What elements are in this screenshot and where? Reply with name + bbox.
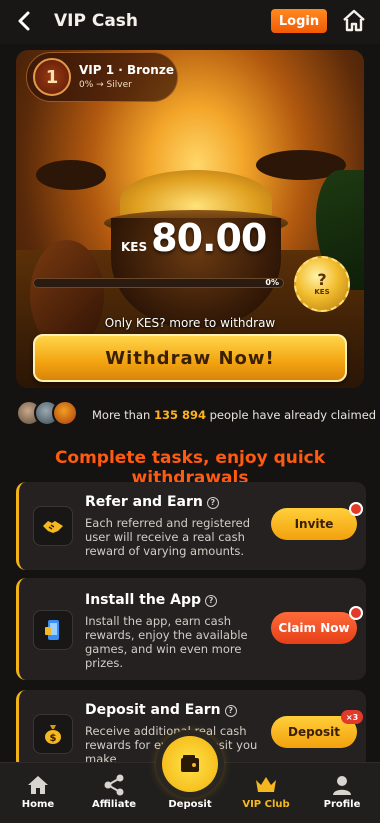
nav-item-affiliate[interactable]: Affiliate: [76, 763, 152, 823]
kes-coin-label: KES: [314, 288, 330, 296]
deposit-fab-button[interactable]: [162, 736, 218, 792]
home-icon: [28, 776, 48, 794]
withdraw-progress-bar: 0%: [33, 278, 284, 288]
balance-amount: KES 80.00: [121, 216, 267, 260]
vip-next-level: 0% → Silver: [79, 80, 132, 90]
wallet-icon: [181, 755, 199, 772]
task-description: Each referred and registered user will r…: [85, 516, 251, 558]
nav-item-profile[interactable]: Profile: [304, 763, 380, 823]
task-title: Refer and Earn?: [85, 494, 219, 510]
vip-cash-banner: 1 VIP 1 · Bronze 0% → Silver KES 80.00 0…: [16, 50, 364, 388]
nav-label: VIP Club: [242, 799, 290, 810]
claimed-count: 135 894: [153, 408, 206, 422]
avatar: [52, 400, 78, 426]
task-title-text: Install the App: [85, 592, 202, 608]
help-icon[interactable]: ?: [224, 705, 237, 717]
kes-coin-symbol: ?: [317, 270, 327, 289]
home-icon[interactable]: [341, 8, 367, 34]
invite-button[interactable]: Invite: [271, 508, 357, 540]
nav-label: Affiliate: [91, 799, 137, 810]
nav-label: Profile: [323, 799, 361, 810]
user-icon: [333, 776, 351, 795]
nav-label: Deposit: [168, 799, 212, 810]
svg-text:$: $: [50, 733, 57, 744]
task-card-refer: Refer and Earn? Each referred and regist…: [16, 482, 366, 570]
nav-item-vip-club[interactable]: VIP Club: [228, 763, 304, 823]
page-title: VIP Cash: [54, 11, 139, 31]
task-title-text: Refer and Earn: [85, 494, 203, 510]
vip-level-number: 1: [33, 58, 71, 96]
share-icon: [104, 774, 124, 796]
task-card-install: Install the App? Install the app, earn c…: [16, 578, 366, 680]
nav-label: Home: [21, 799, 55, 810]
withdraw-now-button[interactable]: Withdraw Now!: [33, 334, 347, 382]
top-bar: VIP Cash Login: [0, 0, 380, 44]
task-title: Deposit and Earn?: [85, 702, 237, 718]
phone-icon: [33, 610, 73, 650]
kes-coin-icon: ? KES: [294, 256, 350, 312]
claimed-prefix: More than: [92, 408, 154, 422]
progress-percent: 0%: [265, 278, 279, 287]
balance-value: 80.00: [151, 216, 267, 260]
claimed-suffix: people have already claimed: [205, 408, 377, 422]
handshake-icon: [33, 506, 73, 546]
notification-dot: [349, 606, 363, 620]
withdraw-hint: Only KES? more to withdraw: [104, 316, 276, 330]
vip-level-badge[interactable]: 1 VIP 1 · Bronze 0% → Silver: [26, 52, 178, 102]
help-icon[interactable]: ?: [206, 497, 219, 509]
task-description: Install the app, earn cash rewards, enjo…: [85, 614, 248, 670]
claimed-stats: More than 135 894 people have already cl…: [16, 400, 376, 430]
multiplier-badge: ×3: [341, 710, 363, 724]
balance-currency: KES: [121, 240, 148, 254]
claimed-text: More than 135 894 people have already cl…: [92, 408, 376, 422]
help-icon[interactable]: ?: [205, 595, 218, 607]
money-bag-icon: $: [33, 714, 73, 754]
back-arrow-icon[interactable]: [14, 10, 36, 32]
login-button[interactable]: Login: [271, 9, 327, 33]
crown-icon: [256, 777, 276, 792]
task-title: Install the App?: [85, 592, 218, 608]
claim-now-button[interactable]: Claim Now: [271, 612, 357, 644]
vip-level-name: VIP 1 · Bronze: [79, 63, 174, 77]
task-title-text: Deposit and Earn: [85, 702, 221, 718]
notification-dot: [349, 502, 363, 516]
tree-silhouette: [36, 160, 106, 190]
nav-item-home[interactable]: Home: [0, 763, 76, 823]
